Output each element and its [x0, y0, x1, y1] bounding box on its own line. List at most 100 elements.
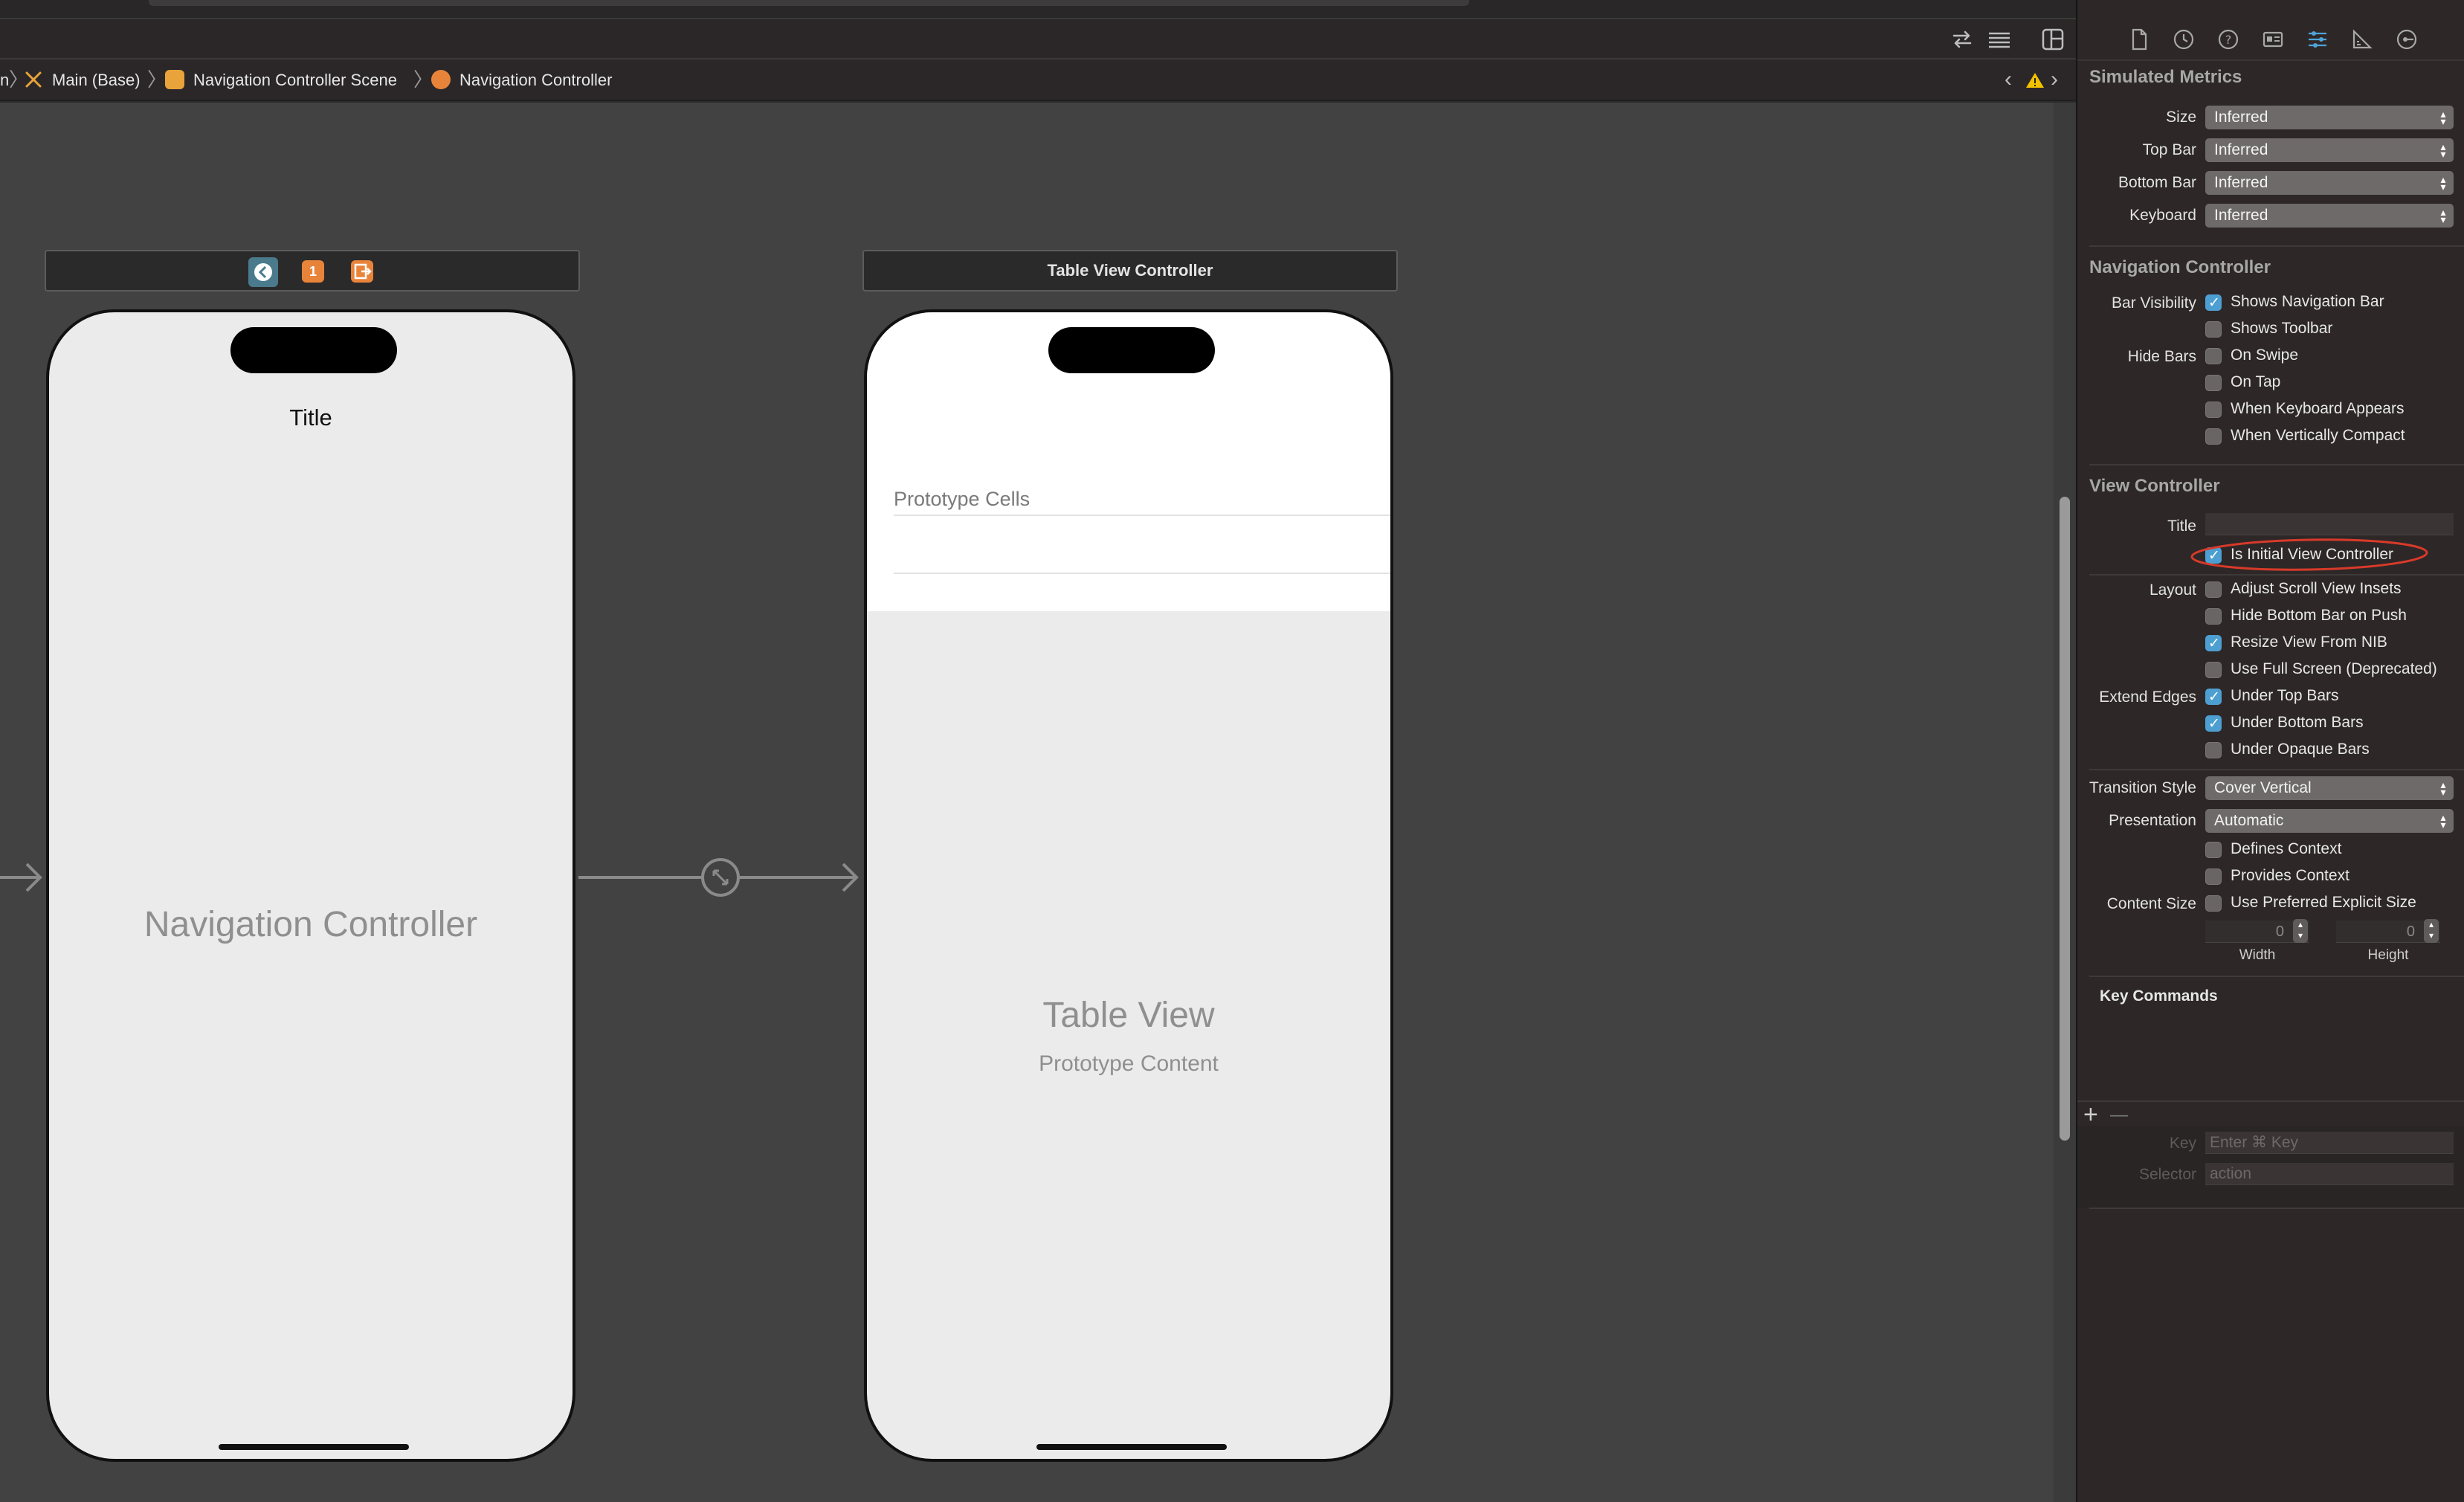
- key-input[interactable]: Enter ⌘ Key: [2205, 1132, 2454, 1154]
- checkbox[interactable]: [2205, 687, 2222, 708]
- checkbox[interactable]: [2205, 608, 2222, 625]
- transition-style-popup[interactable]: Cover Vertical ▴ ▾: [2205, 776, 2454, 800]
- checkbox[interactable]: [2205, 581, 2222, 598]
- keyboard-popup[interactable]: Inferred ▴ ▾: [2205, 204, 2454, 228]
- selector-label: Selector: [2138, 1166, 2196, 1183]
- checkbox[interactable]: [2205, 662, 2222, 678]
- size-label: Size: [2166, 109, 2196, 126]
- top-bar-label: Top Bar: [2142, 141, 2196, 158]
- panel-layout-icon[interactable]: [2040, 27, 2065, 52]
- swap-arrows-icon[interactable]: [1949, 27, 1975, 52]
- breadcrumb-item-scene[interactable]: Navigation Controller Scene: [193, 70, 397, 91]
- checkbox[interactable]: [2205, 348, 2222, 364]
- checkbox[interactable]: [2205, 375, 2222, 391]
- key-commands-list[interactable]: [2077, 1011, 2464, 1100]
- size-value: Inferred: [2214, 109, 2268, 126]
- checkbox-label: Provides Context: [2231, 867, 2349, 884]
- checkbox[interactable]: [2205, 321, 2222, 338]
- extend-edges-label: Extend Edges: [2099, 689, 2196, 706]
- checkbox[interactable]: [2205, 842, 2222, 858]
- checkbox[interactable]: [2205, 714, 2222, 735]
- first-responder-icon[interactable]: 1: [302, 260, 324, 283]
- top-bar-popup[interactable]: Inferred ▴ ▾: [2205, 138, 2454, 162]
- selector-input[interactable]: action: [2205, 1163, 2454, 1185]
- height-caption: Height: [2367, 947, 2409, 963]
- breadcrumb-partial[interactable]: n: [0, 70, 9, 91]
- table-scene-header[interactable]: Table View Controller: [862, 250, 1398, 291]
- hide-bars-label: Hide Bars: [2127, 348, 2196, 365]
- tab-divider: [2077, 59, 2464, 61]
- cell-separator: [894, 573, 1390, 574]
- bottom-bar-popup[interactable]: Inferred ▴ ▾: [2205, 171, 2454, 195]
- table-view-controller-device[interactable]: Prototype Cells Table View Prototype Con…: [864, 309, 1393, 1462]
- transition-style-label: Transition Style: [2089, 779, 2196, 796]
- breadcrumb-item-main[interactable]: Main (Base): [52, 70, 141, 91]
- checkbox[interactable]: [2205, 428, 2222, 445]
- nav-controller-scene-icon[interactable]: [248, 257, 278, 287]
- nav-scene-header[interactable]: 1: [45, 250, 580, 291]
- list-lines-icon[interactable]: [1987, 27, 2012, 52]
- width-stepper[interactable]: ▴ ▾: [2293, 919, 2308, 943]
- prototype-cell[interactable]: [894, 516, 1390, 571]
- bar-visibility-label: Bar Visibility: [2112, 294, 2196, 312]
- chevron-updown-icon: ▴ ▾: [2440, 206, 2446, 225]
- checkbox[interactable]: [2205, 402, 2222, 418]
- checkbox[interactable]: [2205, 293, 2222, 314]
- navigation-controller-device[interactable]: Title Navigation Controller: [46, 309, 575, 1462]
- initial-entry-arrow[interactable]: [0, 855, 45, 900]
- checkbox-label: Use Full Screen (Deprecated): [2231, 660, 2437, 677]
- checkbox-label: On Swipe: [2231, 347, 2299, 364]
- remove-button[interactable]: —: [2110, 1105, 2128, 1126]
- home-indicator: [1036, 1444, 1227, 1450]
- connections-icon[interactable]: [2394, 27, 2419, 52]
- section-divider: [2089, 245, 2464, 247]
- section-divider: [2089, 976, 2464, 977]
- warning-icon[interactable]: [2025, 71, 2045, 94]
- key-label: Key: [2169, 1135, 2196, 1152]
- presentation-value: Automatic: [2214, 812, 2284, 829]
- bottom-bar-label: Bottom Bar: [2118, 174, 2196, 191]
- breadcrumb-item-nav-controller[interactable]: Navigation Controller: [459, 70, 612, 91]
- checkbox[interactable]: [2205, 895, 2222, 912]
- breadcrumb: n 〉 Main (Base) 〉 Navigation Controller …: [0, 59, 2076, 101]
- help-icon[interactable]: ?: [2216, 27, 2241, 52]
- editor-toolbar: [0, 19, 2076, 59]
- checkbox[interactable]: [2205, 868, 2222, 885]
- height-stepper[interactable]: ▴ ▾: [2424, 919, 2439, 943]
- checkbox-label: When Keyboard Appears: [2231, 400, 2405, 417]
- checkbox-label: Under Top Bars: [2231, 687, 2339, 704]
- layout-label: Layout: [2149, 581, 2196, 599]
- history-icon[interactable]: [2171, 27, 2196, 52]
- checkbox-label: Shows Toolbar: [2231, 320, 2333, 337]
- exit-icon[interactable]: [351, 260, 373, 283]
- title-field[interactable]: [2205, 513, 2454, 535]
- checkbox-label: Defines Context: [2231, 840, 2342, 857]
- identity-icon[interactable]: [2260, 27, 2286, 52]
- title-field-label: Title: [2167, 518, 2196, 535]
- checkbox[interactable]: [2205, 634, 2222, 654]
- table-view-label: Table View: [1042, 996, 1215, 1035]
- attributes-icon[interactable]: [2305, 27, 2330, 52]
- size-popup[interactable]: Inferred ▴ ▾: [2205, 106, 2454, 129]
- breadcrumb-separator: 〉: [147, 68, 167, 91]
- prototype-cells-label: Prototype Cells: [894, 488, 1031, 510]
- table-scene-title: Table View Controller: [1047, 261, 1213, 280]
- prototype-content-label: Prototype Content: [1039, 1051, 1219, 1076]
- storyboard-canvas[interactable]: 1 Title Navigation Controller Table View…: [0, 103, 2054, 1502]
- size-ruler-icon[interactable]: [2349, 27, 2375, 52]
- presentation-popup[interactable]: Automatic ▴ ▾: [2205, 809, 2454, 833]
- canvas-vertical-scrollbar[interactable]: [2054, 103, 2076, 1502]
- navigation-controller-label: Navigation Controller: [143, 905, 478, 944]
- navigation-controller-section-title: Navigation Controller: [2089, 257, 2271, 277]
- relationship-segue[interactable]: [578, 855, 862, 900]
- checkbox[interactable]: [2205, 742, 2222, 758]
- checkbox-label: Under Opaque Bars: [2231, 741, 2370, 758]
- width-caption: Width: [2239, 947, 2276, 963]
- chevron-right-icon[interactable]: ›: [2051, 68, 2058, 91]
- checkbox-label: Shows Navigation Bar: [2231, 293, 2384, 310]
- file-icon[interactable]: [2126, 27, 2152, 52]
- checkbox-label: On Tap: [2231, 373, 2281, 390]
- horizontal-scrollbar[interactable]: [149, 0, 1469, 6]
- chevron-left-icon[interactable]: ‹: [2005, 68, 2012, 91]
- scrollbar-thumb[interactable]: [2060, 497, 2070, 1141]
